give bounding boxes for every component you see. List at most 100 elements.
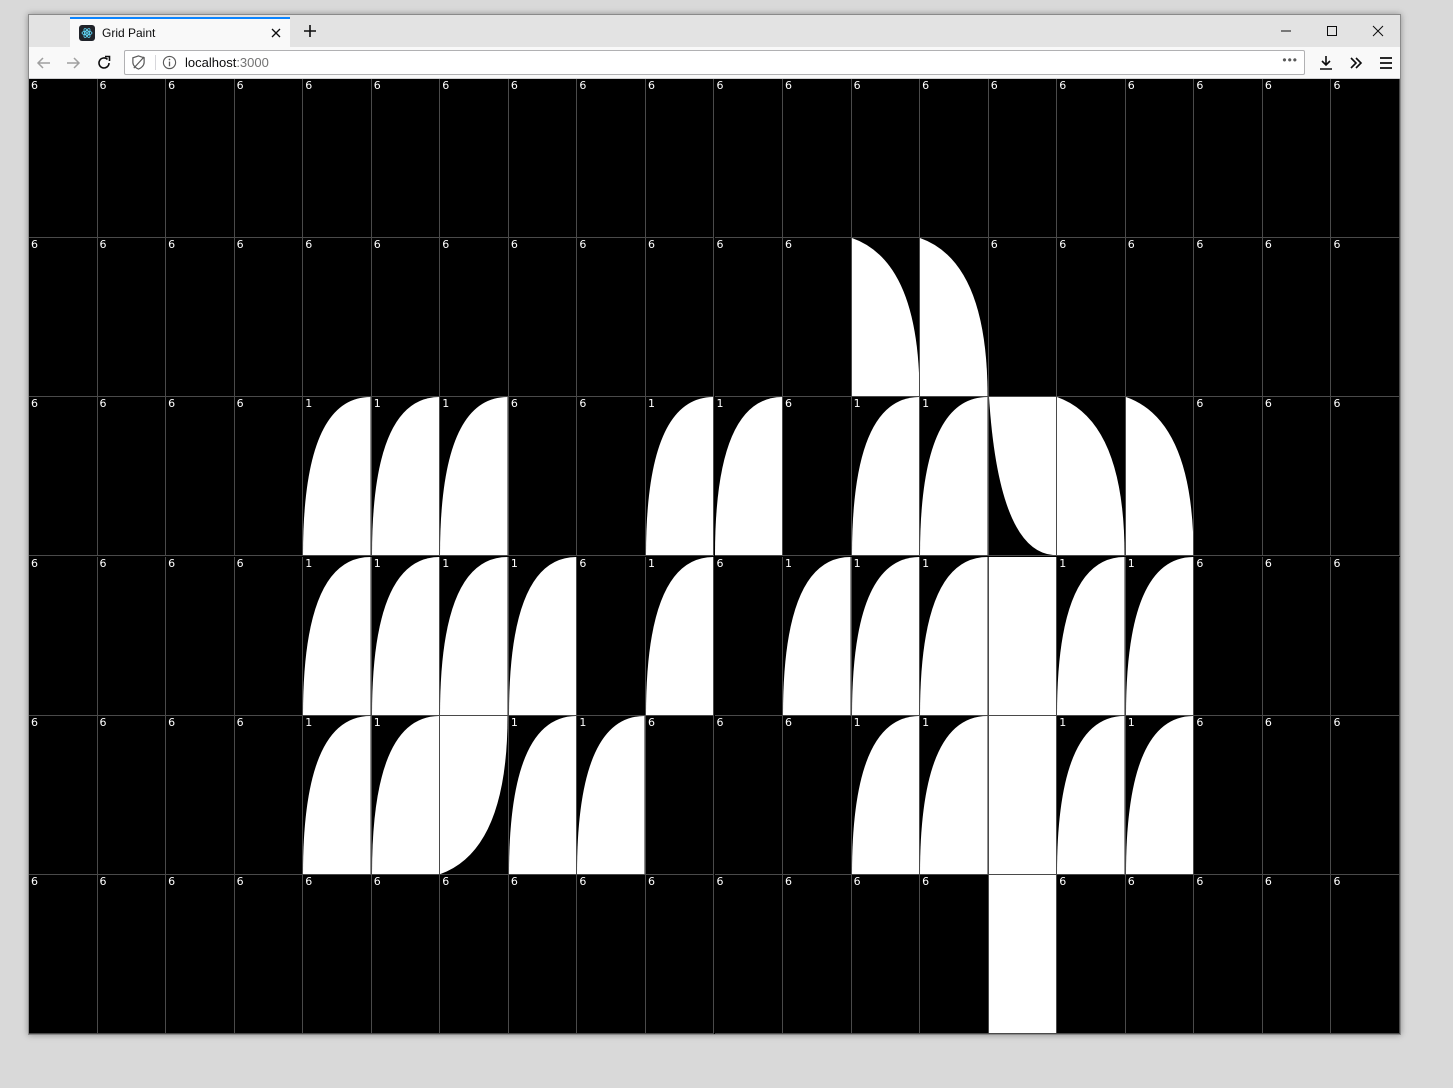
grid-cell[interactable]: 1	[645, 397, 715, 557]
grid-cell[interactable]: 6	[1331, 556, 1400, 716]
grid-cell[interactable]	[988, 556, 1058, 716]
grid-cell[interactable]: 6	[508, 874, 578, 1034]
grid-cell[interactable]: 1	[371, 397, 441, 557]
grid-cell[interactable]	[1057, 397, 1126, 557]
grid-cell[interactable]: 6	[1331, 397, 1400, 557]
grid-cell[interactable]: 6	[783, 238, 852, 398]
grid-cell[interactable]: 6	[1194, 397, 1263, 557]
grid-cell[interactable]: 1	[508, 715, 578, 875]
grid-cell[interactable]: 6	[166, 715, 235, 875]
grid-cell[interactable]: 6	[1331, 715, 1400, 875]
grid-cell[interactable]: 6	[988, 79, 1058, 239]
grid-cell[interactable]: 6	[440, 238, 509, 398]
grid-cell[interactable]: 1	[920, 556, 989, 716]
grid-cell[interactable]: 6	[1057, 874, 1126, 1034]
grid-cell[interactable]: 1	[851, 556, 921, 716]
grid-cell[interactable]: 6	[577, 874, 646, 1034]
grid-cell[interactable]: 6	[1262, 397, 1332, 557]
grid-cell[interactable]: 6	[508, 238, 578, 398]
grid-cell[interactable]: 6	[166, 556, 235, 716]
grid-cell[interactable]: 1	[303, 556, 372, 716]
maximize-icon[interactable]	[1309, 15, 1355, 47]
grid-cell[interactable]: 1	[303, 397, 372, 557]
grid-cell[interactable]: 6	[371, 79, 441, 239]
grid-cell[interactable]: 6	[988, 238, 1058, 398]
grid-cell[interactable]: 6	[508, 397, 578, 557]
grid-cell[interactable]: 6	[371, 238, 441, 398]
grid-cell[interactable]: 6	[783, 397, 852, 557]
grid-cell[interactable]: 6	[1057, 79, 1126, 239]
grid-cell[interactable]: 1	[440, 397, 509, 557]
grid-cell[interactable]	[851, 238, 921, 398]
grid-cell[interactable]: 6	[303, 874, 372, 1034]
grid-cell[interactable]: 6	[1125, 874, 1195, 1034]
page-actions-menu-icon[interactable]: •••	[1282, 53, 1298, 67]
hamburger-menu-icon[interactable]	[1375, 52, 1397, 74]
grid-cell[interactable]: 1	[371, 715, 441, 875]
grid-cell[interactable]: 6	[234, 556, 304, 716]
grid-cell[interactable]: 6	[29, 397, 98, 557]
grid-cell[interactable]: 1	[440, 556, 509, 716]
grid-cell[interactable]: 6	[440, 79, 509, 239]
grid-cell[interactable]: 6	[851, 79, 921, 239]
grid-cell[interactable]: 6	[29, 874, 98, 1034]
url-text[interactable]: localhost:3000	[185, 55, 269, 70]
grid-cell[interactable]: 6	[1057, 238, 1126, 398]
grid-cell[interactable]: 6	[29, 715, 98, 875]
grid-cell[interactable]: 1	[920, 397, 989, 557]
grid-cell[interactable]	[988, 715, 1058, 875]
close-icon[interactable]	[1355, 15, 1401, 47]
grid-cell[interactable]: 6	[166, 397, 235, 557]
grid-cell[interactable]: 6	[166, 238, 235, 398]
new-tab-plus-icon[interactable]	[301, 22, 319, 40]
grid-cell[interactable]: 6	[1125, 79, 1195, 239]
grid-cell[interactable]: 6	[508, 79, 578, 239]
grid-cell[interactable]: 6	[645, 79, 715, 239]
paint-grid[interactable]: 6 6 6 6 6 6 6 6 6 6 6 6 6 6 6 6 6 6 6 6 6 6 6 6 6 6 6 6 6 6 6 6 6 6 6 6 6 6 6 6…	[29, 79, 1400, 1034]
grid-cell[interactable]: 6	[1262, 874, 1332, 1034]
grid-cell[interactable]: 1	[783, 556, 852, 716]
tab-close-icon[interactable]	[268, 25, 284, 41]
grid-cell[interactable]: 6	[166, 874, 235, 1034]
grid-cell[interactable]: 6	[303, 238, 372, 398]
grid-cell[interactable]	[988, 874, 1058, 1034]
grid-cell[interactable]: 6	[920, 79, 989, 239]
grid-cell[interactable]: 6	[440, 874, 509, 1034]
grid-cell[interactable]: 6	[1262, 238, 1332, 398]
grid-cell[interactable]: 6	[1262, 79, 1332, 239]
grid-cell[interactable]	[920, 238, 989, 398]
grid-cell[interactable]: 1	[645, 556, 715, 716]
grid-cell[interactable]: 1	[371, 556, 441, 716]
grid-cell[interactable]: 6	[645, 874, 715, 1034]
grid-cell[interactable]: 1	[1057, 715, 1126, 875]
grid-cell[interactable]: 6	[1331, 874, 1400, 1034]
grid-cell[interactable]: 6	[1194, 715, 1263, 875]
grid-cell[interactable]: 6	[1262, 715, 1332, 875]
grid-cell[interactable]: 6	[1194, 556, 1263, 716]
back-arrow-icon[interactable]	[33, 52, 55, 74]
grid-cell[interactable]: 6	[1194, 79, 1263, 239]
grid-cell[interactable]: 1	[851, 397, 921, 557]
grid-cell[interactable]: 6	[1194, 238, 1263, 398]
reload-icon[interactable]	[93, 52, 115, 74]
grid-cell[interactable]: 6	[97, 397, 167, 557]
browser-tab[interactable]: Grid Paint	[70, 17, 290, 47]
grid-cell[interactable]: 6	[97, 556, 167, 716]
grid-cell[interactable]: 6	[97, 874, 167, 1034]
grid-cell[interactable]: 6	[1194, 874, 1263, 1034]
grid-cell[interactable]: 1	[303, 715, 372, 875]
grid-cell[interactable]: 6	[1331, 79, 1400, 239]
grid-cell[interactable]: 6	[714, 715, 784, 875]
grid-cell[interactable]: 6	[577, 79, 646, 239]
grid-cell[interactable]: 6	[577, 238, 646, 398]
grid-cell[interactable]: 1	[577, 715, 646, 875]
grid-cell[interactable]: 6	[29, 238, 98, 398]
grid-cell[interactable]: 6	[645, 715, 715, 875]
grid-cell[interactable]	[988, 397, 1058, 557]
grid-cell[interactable]: 6	[714, 238, 784, 398]
download-icon[interactable]	[1315, 52, 1337, 74]
grid-cell[interactable]: 1	[851, 715, 921, 875]
grid-cell[interactable]: 6	[29, 556, 98, 716]
grid-cell[interactable]: 6	[1262, 556, 1332, 716]
grid-cell[interactable]: 1	[508, 556, 578, 716]
